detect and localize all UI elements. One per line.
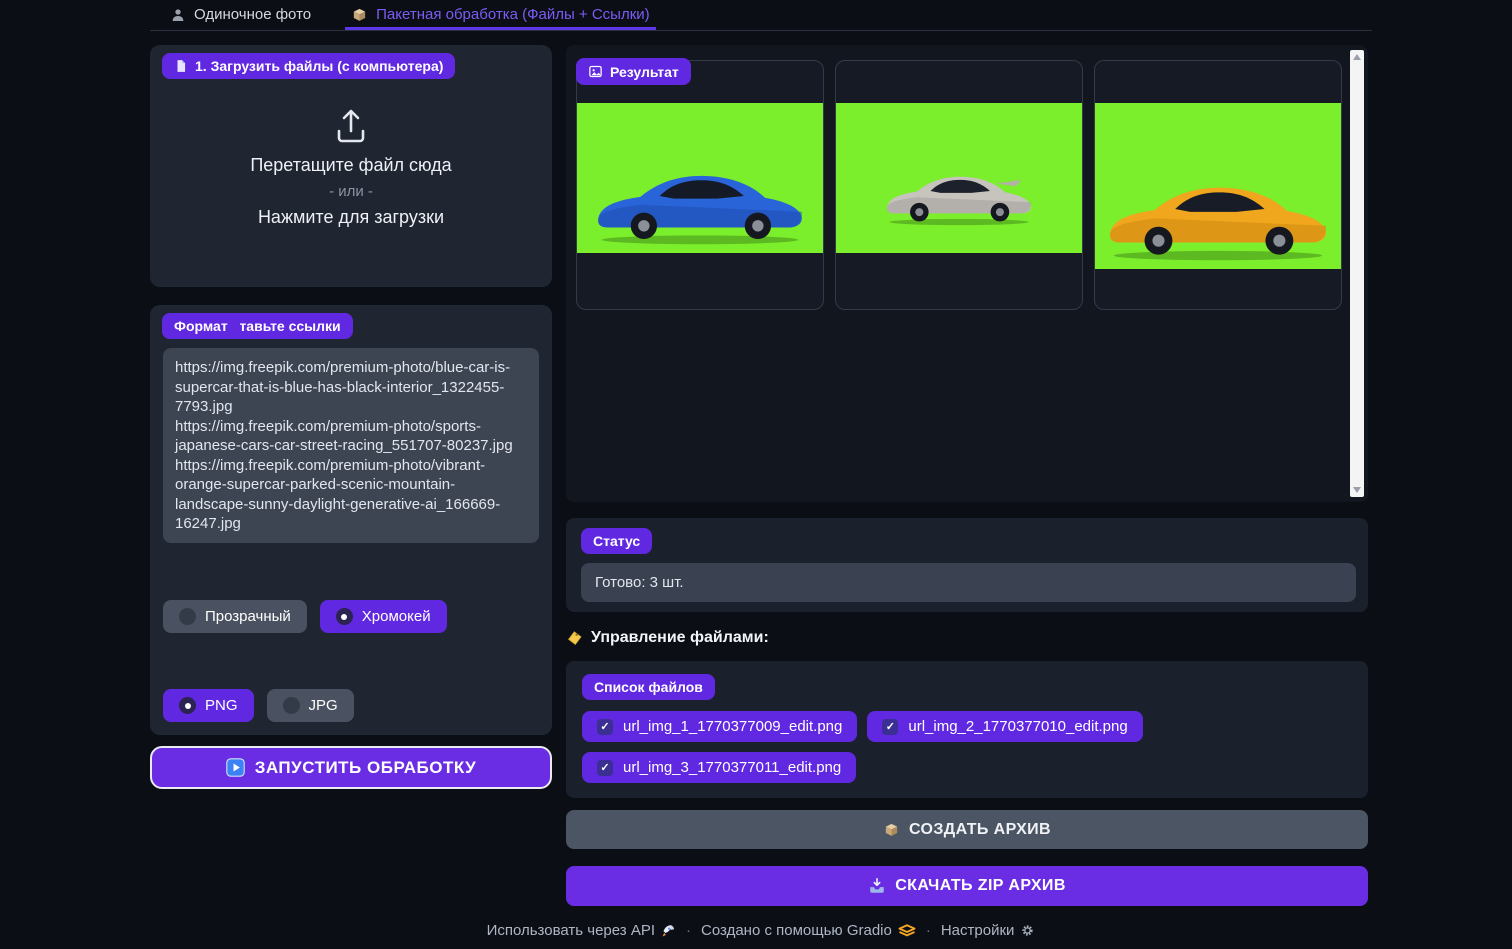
- file-management-heading: Управление файлами:: [566, 629, 1368, 647]
- background-options: Прозрачный Хромокей: [163, 600, 447, 633]
- chromakey-background: [836, 103, 1082, 253]
- radio-dot: [336, 608, 353, 625]
- footer: Использовать через API · Создано с помощ…: [150, 922, 1372, 939]
- dropzone-line3: Нажмите для загрузки: [150, 207, 552, 228]
- left-column: 1. Загрузить файлы (с компьютера) Перета…: [150, 45, 552, 906]
- gallery-scrollbar[interactable]: [1350, 50, 1364, 497]
- status-label: Статус: [581, 528, 652, 554]
- run-processing-button[interactable]: ЗАПУСТИТЬ ОБРАБОТКУ: [150, 746, 552, 789]
- gradio-logo-icon: [898, 924, 916, 937]
- radio-png[interactable]: PNG: [163, 689, 254, 722]
- radio-chromakey[interactable]: Хромокей: [320, 600, 447, 633]
- chromakey-background: [577, 103, 823, 253]
- settings-link[interactable]: Настройки: [941, 922, 1036, 939]
- checkmark-icon: ✓: [882, 719, 898, 735]
- create-archive-button[interactable]: СОЗДАТЬ АРХИВ: [566, 810, 1368, 849]
- orange-car-image: [1097, 170, 1339, 263]
- gallery-item-silver-car[interactable]: [835, 60, 1083, 310]
- radio-jpg[interactable]: JPG: [267, 689, 354, 722]
- radio-dot: [179, 697, 196, 714]
- tag-icon: [566, 630, 583, 647]
- file-checkbox-row: ✓ url_img_1_1770377009_edit.png ✓ url_im…: [582, 711, 1352, 783]
- person-icon: [170, 7, 186, 23]
- silver-car-image: [878, 165, 1040, 227]
- upload-files-label: 1. Загрузить файлы (с компьютера): [162, 53, 455, 79]
- tab-single-photo[interactable]: Одиночное фото: [164, 2, 317, 30]
- package-icon: [351, 6, 368, 23]
- checkmark-icon: ✓: [597, 760, 613, 776]
- tab-batch-label: Пакетная обработка (Файлы + Ссылки): [376, 6, 650, 23]
- links-textarea[interactable]: https://img.freepik.com/premium-photo/bl…: [163, 348, 539, 543]
- image-icon: [588, 64, 603, 79]
- checkmark-icon: ✓: [597, 719, 613, 735]
- file-icon: [174, 59, 188, 73]
- api-link[interactable]: Использовать через API: [487, 922, 676, 939]
- chromakey-background: [1095, 103, 1341, 269]
- gallery-cells: [576, 60, 1342, 310]
- status-value-input[interactable]: [581, 563, 1356, 602]
- app-window: Одиночное фото Пакетная обработка (Файлы…: [150, 0, 1372, 939]
- download-zip-button[interactable]: СКАЧАТЬ ZIP АРХИВ: [566, 866, 1368, 906]
- gear-icon: [1020, 923, 1035, 938]
- links-card: 2. ИЛИ вставьте ссылки https://img.freep…: [150, 305, 552, 735]
- format-options: PNG JPG: [163, 689, 354, 722]
- result-gallery: Результат: [566, 45, 1368, 502]
- tab-bar: Одиночное фото Пакетная обработка (Файлы…: [150, 0, 1372, 31]
- dropzone-content: Перетащите файл сюда - или - Нажмите для…: [150, 105, 552, 228]
- file-checkbox-2[interactable]: ✓ url_img_2_1770377010_edit.png: [867, 711, 1142, 742]
- tab-batch-processing[interactable]: Пакетная обработка (Файлы + Ссылки): [345, 2, 656, 30]
- inbox-download-icon: [868, 877, 886, 895]
- scroll-down-icon[interactable]: [1350, 483, 1364, 497]
- gradio-link[interactable]: Создано с помощью Gradio: [701, 922, 916, 939]
- format-label: Формат: [162, 313, 240, 339]
- footer-separator: ·: [686, 922, 691, 939]
- file-checkbox-3[interactable]: ✓ url_img_3_1770377011_edit.png: [582, 752, 856, 783]
- file-checkbox-1[interactable]: ✓ url_img_1_1770377009_edit.png: [582, 711, 857, 742]
- file-list-panel: Список файлов ✓ url_img_1_1770377009_edi…: [566, 661, 1368, 798]
- file-upload-dropzone[interactable]: 1. Загрузить файлы (с компьютера) Перета…: [150, 45, 552, 287]
- status-panel: Статус: [566, 518, 1368, 612]
- gallery-item-blue-car[interactable]: [576, 60, 824, 310]
- blue-car-image: [586, 159, 814, 247]
- right-column: Результат: [566, 45, 1368, 906]
- dropzone-line2: - или -: [150, 183, 552, 200]
- file-list-label: Список файлов: [582, 674, 715, 700]
- upload-icon: [150, 105, 552, 145]
- dropzone-line1: Перетащите файл сюда: [150, 155, 552, 176]
- scroll-up-icon[interactable]: [1350, 50, 1364, 64]
- package-icon: [883, 821, 900, 838]
- result-label: Результат: [576, 58, 691, 85]
- gallery-item-orange-car[interactable]: [1094, 60, 1342, 310]
- radio-transparent[interactable]: Прозрачный: [163, 600, 307, 633]
- play-icon: [226, 758, 245, 777]
- radio-dot: [283, 697, 300, 714]
- tab-single-label: Одиночное фото: [194, 6, 311, 23]
- rocket-icon: [661, 923, 676, 938]
- radio-dot: [179, 608, 196, 625]
- footer-separator: ·: [926, 922, 931, 939]
